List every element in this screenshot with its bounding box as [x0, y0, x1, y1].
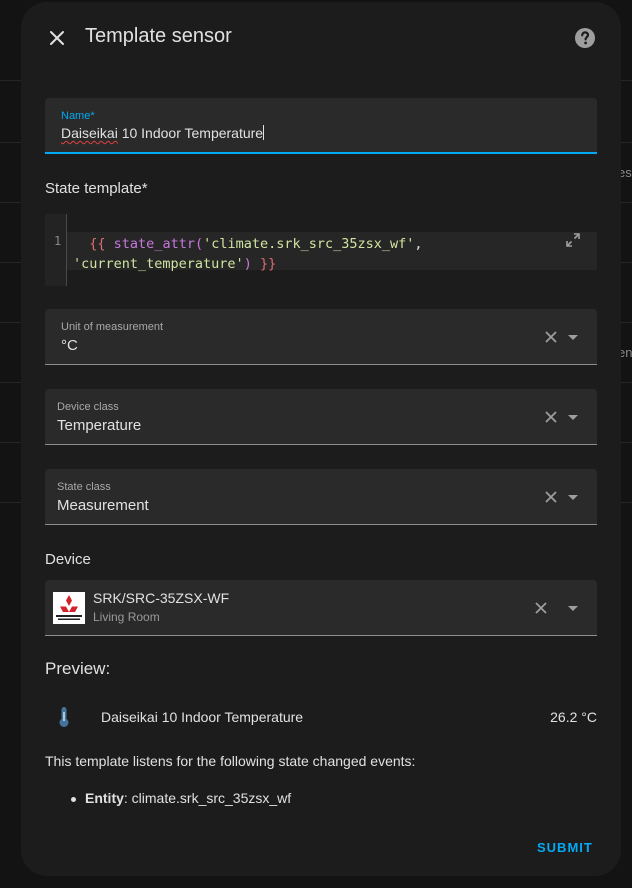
device-dropdown-toggle[interactable] [565, 600, 581, 616]
state-template-label: State template* [45, 180, 148, 197]
preview-entity-row[interactable]: Daiseikai 10 Indoor Temperature 26.2 °C [45, 702, 597, 732]
clear-icon [535, 602, 547, 614]
code-token: 'climate.srk_src_35zsx_wf' [203, 236, 415, 252]
code-token: , [414, 236, 423, 252]
device-class-value: Temperature [57, 417, 142, 434]
caret-down-icon [568, 415, 578, 420]
text-cursor [263, 125, 265, 140]
code-token: }} [259, 256, 277, 272]
state-class-select[interactable]: State class Measurement [45, 469, 597, 525]
unit-field-value: °C [61, 337, 78, 354]
device-brand-logo [53, 592, 85, 624]
clear-icon [545, 411, 557, 423]
code-token: state_attr [113, 236, 195, 252]
clear-icon [545, 491, 557, 503]
dialog-title: Template sensor [85, 25, 232, 47]
state-class-label: State class [57, 481, 111, 493]
name-field-label: Name* [61, 110, 95, 122]
caret-down-icon [568, 335, 578, 340]
clear-device-class-button[interactable] [543, 409, 559, 425]
thermometer-icon [59, 707, 69, 727]
entity-value: : climate.srk_src_35zsx_wf [123, 790, 292, 806]
help-icon [575, 28, 595, 48]
state-class-value: Measurement [57, 497, 149, 514]
preview-entity-name: Daiseikai 10 Indoor Temperature [101, 709, 304, 725]
device-class-label: Device class [57, 401, 119, 413]
entity-label: Entity [85, 790, 124, 806]
code-token: ) [243, 256, 252, 272]
clear-device-button[interactable] [533, 600, 549, 616]
code-token: ( [194, 236, 204, 252]
clear-state-class-button[interactable] [543, 489, 559, 505]
fullscreen-button[interactable] [559, 226, 587, 254]
state-template-editor[interactable]: 1 {{ state_attr('climate.srk_src_35zsx_w… [45, 214, 597, 286]
name-value-rest: 10 Indoor Temperature [117, 125, 264, 141]
device-class-select[interactable]: Device class Temperature [45, 389, 597, 445]
unit-dropdown-toggle[interactable] [565, 329, 581, 345]
device-area: Living Room [93, 610, 160, 624]
list-bullet [71, 797, 76, 802]
name-field-value[interactable]: Daiseikai 10 Indoor Temperature [61, 125, 265, 141]
caret-down-icon [568, 495, 578, 500]
unit-field-label: Unit of measurement [61, 321, 164, 333]
mitsubishi-logo-icon [56, 595, 82, 620]
listeners-description: This template listens for the following … [45, 753, 416, 769]
template-sensor-dialog: Template sensor Name* Daiseikai 10 Indoo… [21, 2, 621, 876]
device-picker[interactable]: SRK/SRC-35ZSX-WF Living Room [45, 580, 597, 636]
name-field[interactable]: Name* Daiseikai 10 Indoor Temperature [45, 98, 597, 154]
expand-icon [566, 233, 580, 247]
code-token: 'current_temperature' [73, 256, 244, 272]
listener-entity-item: Entity: climate.srk_src_35zsx_wf [85, 790, 291, 806]
line-number: 1 [54, 234, 62, 248]
close-icon [50, 31, 64, 45]
name-value-misspelled-word: Daiseikai [61, 125, 118, 141]
code-content[interactable]: {{ state_attr('climate.srk_src_35zsx_wf'… [73, 234, 443, 274]
code-token: {{ [89, 236, 106, 252]
clear-icon [545, 331, 557, 343]
state-class-dropdown-toggle[interactable] [565, 489, 581, 505]
device-class-dropdown-toggle[interactable] [565, 409, 581, 425]
preview-heading: Preview: [45, 659, 111, 678]
caret-down-icon [568, 606, 578, 611]
help-button[interactable] [573, 26, 597, 50]
device-name: SRK/SRC-35ZSX-WF [93, 590, 230, 606]
device-section-label: Device [45, 551, 91, 568]
preview-entity-state: 26.2 °C [550, 709, 597, 725]
editor-gutter: 1 [45, 214, 67, 286]
unit-of-measurement-select[interactable]: Unit of measurement °C [45, 309, 597, 365]
clear-unit-button[interactable] [543, 329, 559, 345]
submit-button[interactable]: SUBMIT [537, 840, 593, 855]
close-button[interactable] [43, 24, 71, 52]
